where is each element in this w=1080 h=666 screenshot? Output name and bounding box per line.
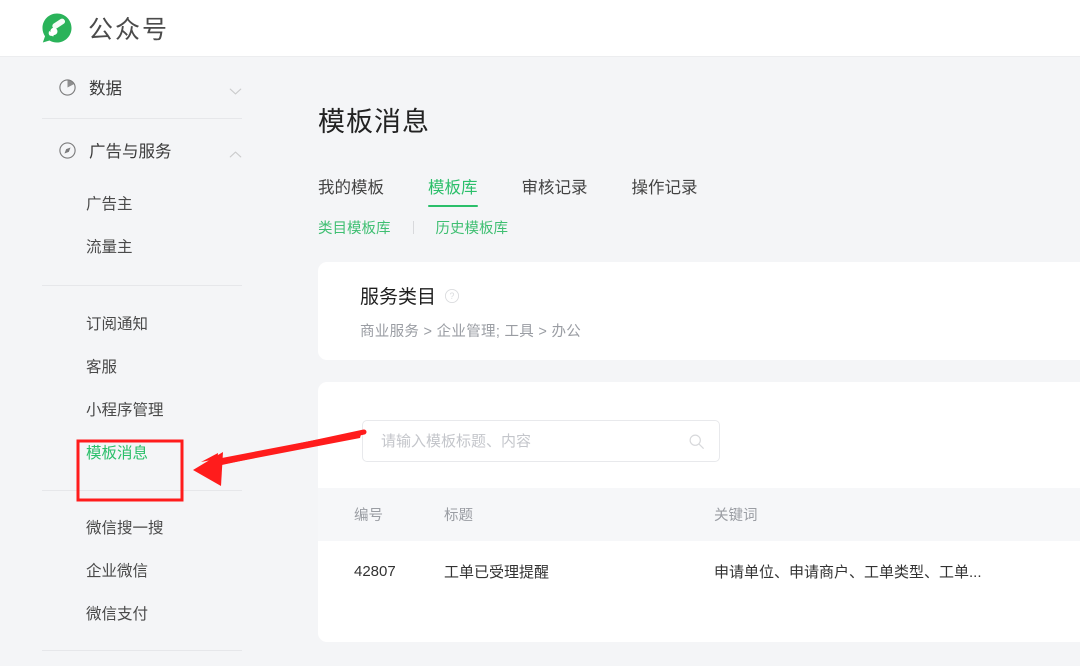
sidebar-item-label: 企业微信 bbox=[86, 562, 149, 580]
column-header-keywords: 关键词 bbox=[708, 488, 1080, 541]
search-input[interactable] bbox=[381, 432, 688, 450]
subtab-divider bbox=[412, 221, 414, 234]
chevron-up-icon[interactable] bbox=[229, 146, 242, 157]
sidebar-group-data[interactable]: 数据 bbox=[0, 56, 280, 118]
sidebar-item-wechat-pay[interactable]: 微信支付 bbox=[0, 591, 280, 634]
sidebar-item-customer-service[interactable]: 客服 bbox=[0, 344, 280, 387]
app-root: 公众号 数据 广告与服务 广告主 流量主 订阅通知 客服 小程序管理 模板消息 … bbox=[0, 0, 1080, 666]
question-circle-icon[interactable]: ? bbox=[444, 288, 460, 304]
cell-id: 42807 bbox=[354, 562, 396, 580]
sidebar-divider bbox=[42, 285, 242, 286]
sidebar-item-wechat-search[interactable]: 微信搜一搜 bbox=[0, 505, 280, 548]
sidebar-group-label: 广告与服务 bbox=[89, 143, 172, 161]
sidebar-item-label: 流量主 bbox=[86, 238, 133, 256]
chevron-down-icon[interactable] bbox=[229, 83, 242, 94]
sidebar-item-label: 模板消息 bbox=[86, 444, 149, 462]
subtab-category-library[interactable]: 类目模板库 bbox=[318, 217, 391, 238]
wechat-official-account-logo-icon bbox=[40, 11, 74, 45]
cell-keywords: 申请单位、申请商户、工单类型、工单... bbox=[714, 563, 982, 581]
brand-title: 公众号 bbox=[88, 16, 170, 44]
sidebar-group-label: 数据 bbox=[89, 80, 122, 98]
sidebar-item-advertiser[interactable]: 广告主 bbox=[0, 181, 280, 224]
subtab-bar: 类目模板库 历史模板库 bbox=[318, 217, 1080, 238]
compass-icon bbox=[58, 141, 77, 160]
sidebar: 数据 广告与服务 广告主 流量主 订阅通知 客服 小程序管理 模板消息 微信搜一… bbox=[0, 56, 280, 666]
tab-template-library[interactable]: 模板库 bbox=[428, 174, 478, 207]
search-icon[interactable] bbox=[688, 433, 705, 450]
brand[interactable]: 公众号 bbox=[40, 10, 169, 46]
tab-operation-records[interactable]: 操作记录 bbox=[632, 174, 698, 207]
svg-text:?: ? bbox=[450, 291, 455, 301]
sidebar-item-subscribe-notice[interactable]: 订阅通知 bbox=[0, 301, 280, 344]
tab-my-templates[interactable]: 我的模板 bbox=[318, 174, 384, 207]
template-list-card: 编号 标题 关键词 42807 工单已受理提醒 申请单位、申请商户、工单类型、工… bbox=[318, 382, 1080, 642]
column-header-title: 标题 bbox=[438, 488, 708, 541]
template-table: 编号 标题 关键词 42807 工单已受理提醒 申请单位、申请商户、工单类型、工… bbox=[318, 488, 1080, 601]
sidebar-item-traffic-owner[interactable]: 流量主 bbox=[0, 224, 280, 267]
table-body: 42807 工单已受理提醒 申请单位、申请商户、工单类型、工单... bbox=[318, 541, 1080, 601]
tab-label: 我的模板 bbox=[318, 179, 384, 197]
table-row[interactable]: 42807 工单已受理提醒 申请单位、申请商户、工单类型、工单... bbox=[318, 541, 1080, 601]
sidebar-item-label: 微信搜一搜 bbox=[86, 519, 164, 537]
column-header-id: 编号 bbox=[318, 488, 438, 541]
search-area bbox=[318, 382, 1080, 462]
search-box[interactable] bbox=[362, 420, 720, 462]
sidebar-group-ads-services[interactable]: 广告与服务 bbox=[0, 119, 280, 181]
tab-review-records[interactable]: 审核记录 bbox=[522, 174, 588, 207]
sidebar-item-template-message[interactable]: 模板消息 bbox=[0, 430, 280, 473]
sidebar-item-label: 订阅通知 bbox=[86, 315, 149, 333]
sidebar-divider bbox=[42, 650, 242, 651]
sidebar-item-wework[interactable]: 企业微信 bbox=[0, 548, 280, 591]
page-title: 模板消息 bbox=[318, 107, 430, 137]
cell-title: 工单已受理提醒 bbox=[444, 563, 550, 581]
table-header-row: 编号 标题 关键词 bbox=[318, 488, 1080, 541]
sidebar-item-label: 小程序管理 bbox=[86, 401, 164, 419]
sidebar-item-label: 广告主 bbox=[86, 195, 133, 213]
service-category-path: 商业服务 > 企业管理; 工具 > 办公 bbox=[360, 324, 582, 340]
tab-label: 操作记录 bbox=[631, 179, 698, 197]
tab-label: 审核记录 bbox=[521, 179, 588, 197]
pie-chart-icon bbox=[58, 78, 77, 97]
table-head: 编号 标题 关键词 bbox=[318, 488, 1080, 541]
subtab-history-library[interactable]: 历史模板库 bbox=[436, 217, 509, 238]
top-header: 公众号 bbox=[0, 0, 1080, 56]
sidebar-item-label: 微信支付 bbox=[86, 605, 149, 623]
service-category-heading: 服务类目 ? bbox=[360, 282, 1080, 309]
service-category-card: 服务类目 ? 商业服务 > 企业管理; 工具 > 办公 bbox=[318, 262, 1080, 360]
sidebar-item-miniprogram-mgmt[interactable]: 小程序管理 bbox=[0, 387, 280, 430]
tab-bar: 我的模板 模板库 审核记录 操作记录 bbox=[318, 173, 1080, 207]
sidebar-item-label: 客服 bbox=[86, 358, 118, 376]
main-content: 模板消息 我的模板 模板库 审核记录 操作记录 类目模板库 历史模板库 服务类目 bbox=[280, 56, 1080, 666]
sidebar-divider bbox=[42, 490, 242, 491]
service-category-title: 服务类目 bbox=[360, 287, 437, 308]
tab-label: 模板库 bbox=[428, 179, 478, 197]
